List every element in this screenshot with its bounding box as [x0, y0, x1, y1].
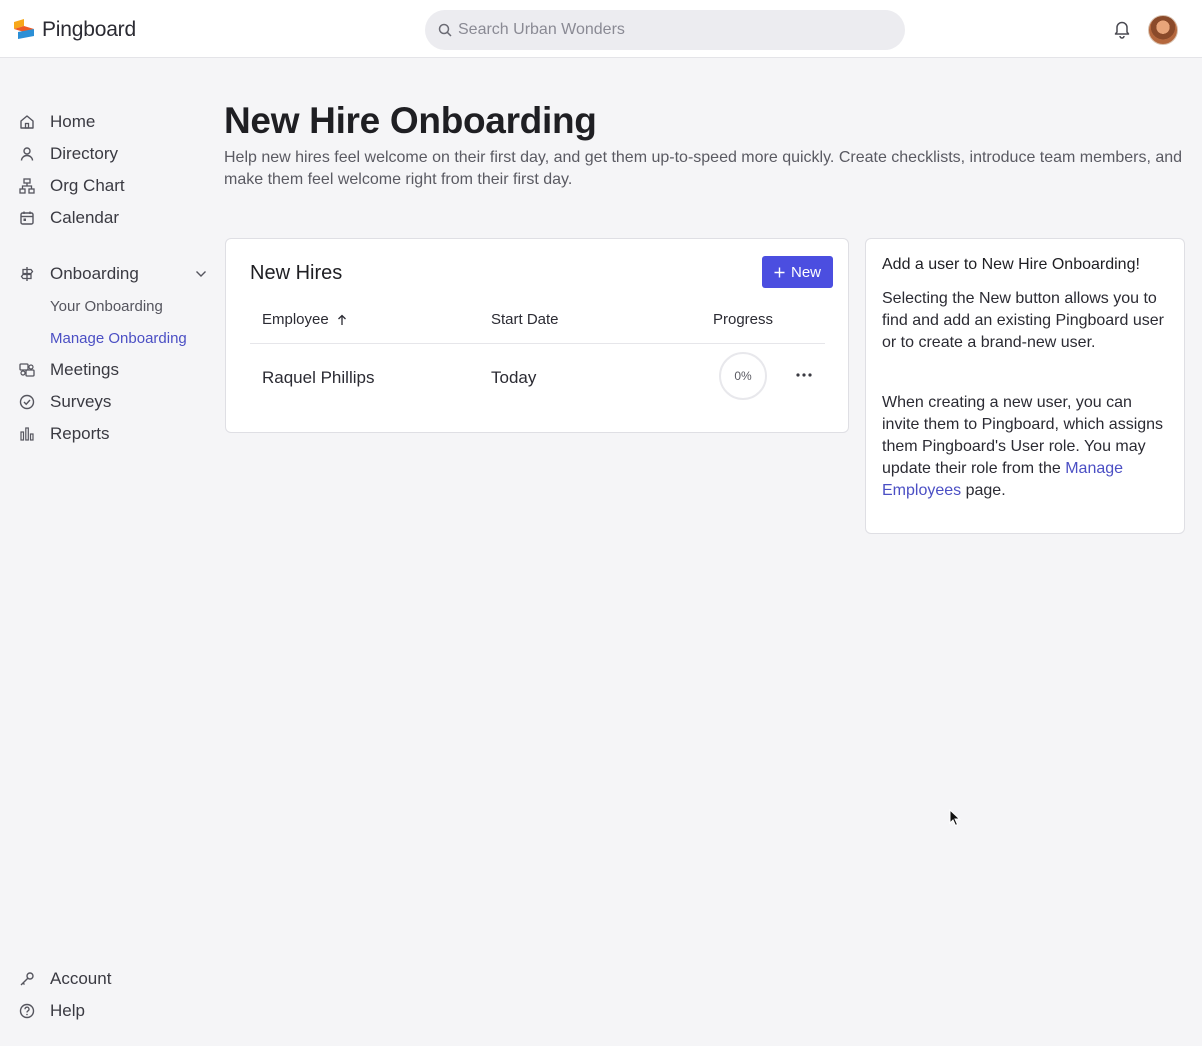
column-header-label: Start Date — [491, 311, 559, 328]
sidebar-item-home[interactable]: Home — [18, 108, 95, 136]
sidebar-item-label: Surveys — [50, 392, 112, 411]
new-hires-title: New Hires — [250, 262, 343, 284]
sidebar-item-surveys[interactable]: Surveys — [18, 388, 111, 416]
user-avatar[interactable] — [1148, 15, 1178, 45]
sidebar-item-meetings[interactable]: Meetings — [18, 356, 119, 384]
bar-chart-icon — [18, 426, 35, 443]
sidebar-subitem-manage-onboarding[interactable]: Manage Onboarding — [50, 330, 187, 347]
sidebar-item-label: Help — [50, 1001, 85, 1020]
sidebar-item-reports[interactable]: Reports — [18, 420, 110, 448]
column-header-progress: Progress — [713, 311, 773, 328]
search-bar[interactable] — [425, 10, 905, 50]
employee-name[interactable]: Raquel Phillips — [262, 368, 374, 388]
column-header-start-date[interactable]: Start Date — [491, 311, 559, 328]
new-button-label: New — [790, 263, 821, 281]
sidebar-item-label: Reports — [50, 424, 110, 443]
sidebar-item-label: Calendar — [50, 208, 119, 227]
plus-icon — [774, 267, 785, 277]
sidebar-item-account[interactable]: Account — [18, 965, 111, 993]
page-title: New Hire Onboarding — [224, 100, 597, 141]
org-chart-icon — [18, 178, 35, 195]
signpost-icon — [18, 266, 35, 283]
search-icon — [438, 23, 452, 37]
chevron-down-icon[interactable] — [195, 270, 207, 278]
calendar-icon — [18, 210, 35, 227]
new-hires-card: New Hires New Employee Start Date Progre… — [225, 238, 849, 433]
sidebar-item-label: Home — [50, 112, 96, 131]
sidebar-item-directory[interactable]: Directory — [18, 140, 118, 168]
check-circle-icon — [18, 394, 35, 411]
sort-ascending-icon — [337, 314, 346, 325]
row-actions-button[interactable] — [794, 365, 814, 390]
progress-ring: 0% — [719, 352, 767, 400]
top-bar: Pingboard — [0, 0, 1202, 58]
notifications-button[interactable] — [1112, 19, 1132, 44]
info-title: Add a user to New Hire Onboarding! — [882, 256, 1140, 273]
more-horizontal-icon — [796, 373, 812, 377]
pingboard-logo[interactable]: Pingboard — [14, 18, 136, 42]
app-name: Pingboard — [42, 18, 136, 41]
sidebar: Home Directory Org Chart Calendar Onboar… — [0, 58, 215, 1046]
sidebar-item-onboarding[interactable]: Onboarding — [18, 260, 139, 288]
header-divider — [250, 343, 825, 344]
sidebar-item-org-chart[interactable]: Org Chart — [18, 172, 125, 200]
sidebar-item-label: Directory — [50, 144, 119, 163]
home-icon — [18, 114, 35, 131]
column-header-label: Employee — [262, 311, 329, 328]
mouse-cursor-icon — [949, 809, 961, 827]
bell-icon — [1114, 21, 1130, 39]
start-date: Today — [491, 368, 537, 387]
key-icon — [18, 971, 35, 988]
column-header-label: Progress — [713, 311, 774, 328]
sidebar-item-label: Org Chart — [50, 176, 125, 195]
sidebar-subitem-your-onboarding[interactable]: Your Onboarding — [50, 298, 163, 315]
sidebar-item-calendar[interactable]: Calendar — [18, 204, 119, 232]
search-input[interactable] — [458, 21, 878, 39]
pingboard-logo-icon — [14, 19, 34, 39]
info-paragraph-2: When creating a new user, you can invite… — [882, 392, 1170, 502]
person-icon — [18, 146, 35, 163]
info-text: page. — [961, 482, 1006, 499]
page-description: Help new hires feel welcome on their fir… — [224, 149, 1183, 188]
sidebar-item-label: Onboarding — [50, 264, 139, 283]
new-button[interactable]: New — [762, 256, 833, 288]
meetings-icon — [18, 362, 35, 379]
sidebar-item-help[interactable]: Help — [18, 997, 85, 1025]
info-paragraph-1: Selecting the New button allows you to f… — [882, 290, 1164, 351]
progress-value: 0% — [734, 369, 752, 383]
column-header-employee[interactable]: Employee — [262, 311, 347, 328]
sidebar-item-label: Meetings — [50, 360, 119, 379]
question-icon — [18, 1003, 35, 1020]
sidebar-item-label: Account — [50, 969, 112, 988]
info-card: Add a user to New Hire Onboarding! Selec… — [865, 238, 1185, 534]
